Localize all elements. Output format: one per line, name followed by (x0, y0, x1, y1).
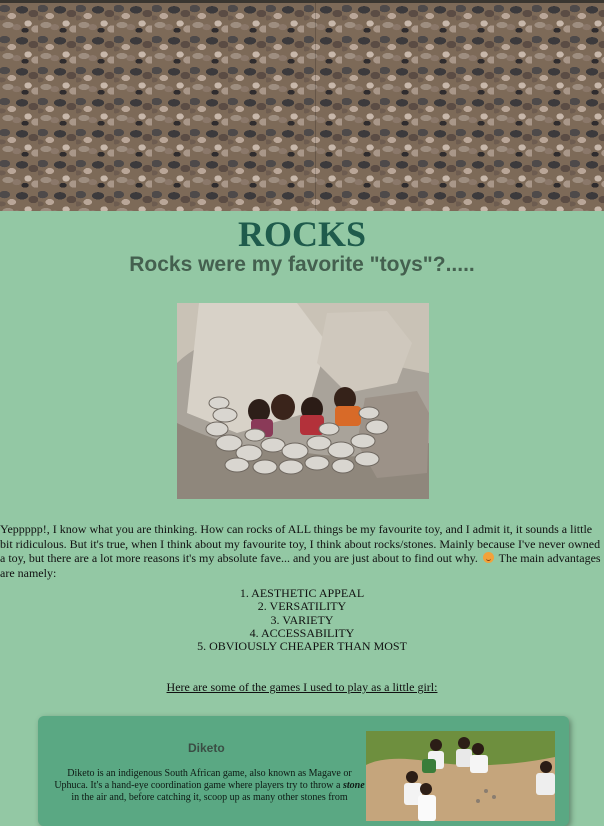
advantage-item: 1. AESTHETIC APPEAL (239, 586, 365, 600)
game-desc-text-end: in the air and, before catching it, scoo… (71, 792, 348, 804)
page-title: ROCKS (237, 214, 367, 254)
children-rock-wall-photo (177, 303, 429, 499)
games-heading: Here are some of the games I used to pla… (166, 680, 438, 694)
advantages-list: 1. AESTHETIC APPEAL 2. VERSATILITY 3. VA… (0, 586, 604, 654)
game-desc-text: Diketo is an indigenous South African ga… (54, 768, 352, 792)
intro-paragraph: Yeppppp!, I know what you are thinking. … (0, 522, 604, 580)
advantage-item: 3. VARIETY (270, 612, 334, 627)
advantage-item: 5. OBVIOUSLY CHEAPER THAN MOST (197, 639, 407, 654)
game-desc-emphasis: stone (342, 780, 365, 792)
game-title: Diketo (188, 741, 225, 755)
advantage-item: 2. VERSATILITY (257, 599, 347, 614)
smiling-face-icon (482, 552, 494, 564)
advantage-item: 4. ACCESSABILITY (249, 625, 355, 640)
gravel-banner-image (0, 0, 604, 211)
game-description: Diketo is an indigenous South African ga… (52, 768, 367, 805)
page-subtitle: Rocks were my favorite "toys"?..... (129, 253, 475, 276)
children-playing-photo (366, 731, 555, 821)
